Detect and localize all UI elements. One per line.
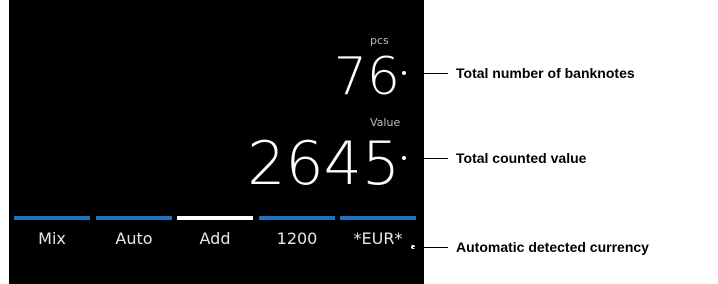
tab-bar-add (177, 216, 253, 220)
callout-currency: Automatic detected currency (456, 239, 649, 255)
tab-add[interactable]: Add (177, 229, 253, 248)
counter-display-screen: pcs 76 Value 2645 Mix Auto Add 1200 *EUR… (9, 0, 424, 284)
tab-currency[interactable]: *EUR* (340, 229, 416, 248)
value-label: Value (370, 116, 401, 129)
callout-total-value: Total counted value (456, 150, 587, 166)
tab-1200[interactable]: 1200 (259, 229, 335, 248)
total-value: 2645 (247, 129, 400, 199)
tab-bar-1200 (259, 216, 335, 220)
banknote-count: 76 (333, 47, 400, 107)
tab-bar-mix (14, 216, 90, 220)
tab-bar-auto (96, 216, 172, 220)
tab-bar-currency (340, 216, 416, 220)
currency-leader-line (413, 247, 448, 248)
pcs-label: pcs (370, 34, 389, 47)
value-leader-line (406, 158, 448, 159)
callout-banknote-count: Total number of banknotes (456, 65, 635, 81)
count-leader-line (406, 73, 448, 74)
tab-auto[interactable]: Auto (96, 229, 172, 248)
tab-mix[interactable]: Mix (14, 229, 90, 248)
